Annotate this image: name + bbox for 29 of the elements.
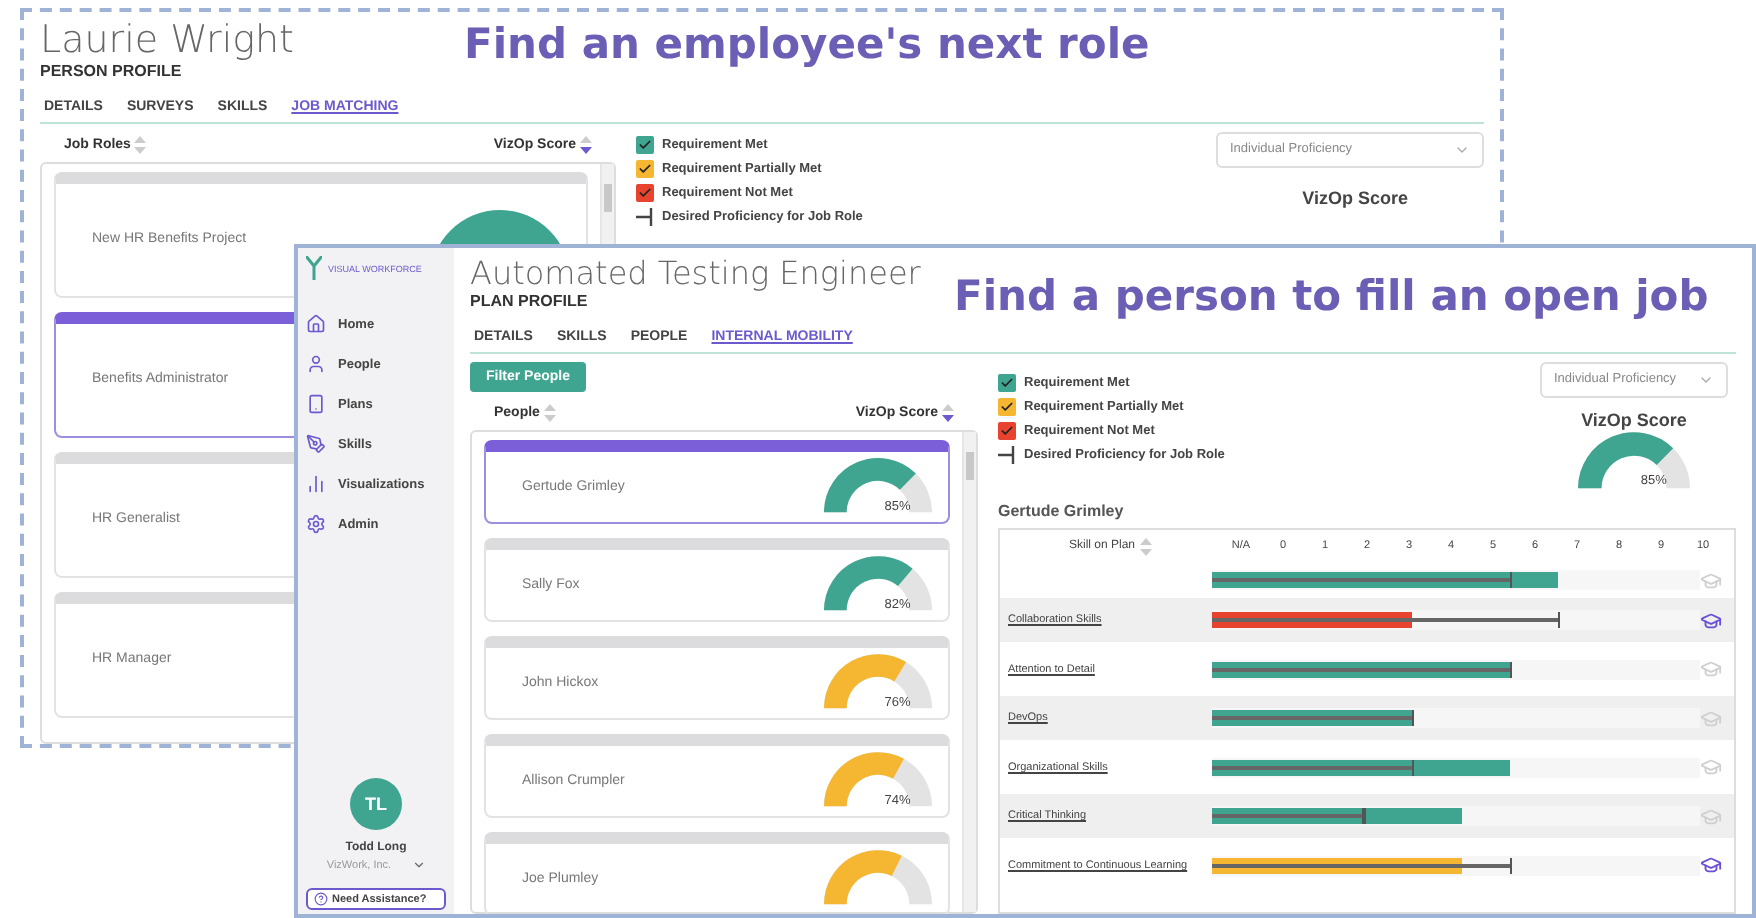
- score-title: VizOp Score: [1581, 409, 1687, 430]
- sort-icon[interactable]: [942, 403, 954, 422]
- caption: Find an employee's next role: [464, 20, 1150, 68]
- chevron-icon: [411, 858, 426, 872]
- caption: Find a person to fill an open job: [954, 272, 1709, 320]
- scrollbar[interactable]: [962, 431, 976, 912]
- gauge-drawing: [824, 456, 932, 516]
- marker-icon: [998, 445, 1016, 464]
- help-icon: [314, 892, 328, 906]
- page-subtitle: PERSON PROFILE: [40, 61, 182, 80]
- sort-icon[interactable]: [580, 135, 592, 154]
- marker-icon: [636, 207, 654, 226]
- bar-chart-icon: [306, 474, 326, 494]
- person-heading: Gertude Grimley: [998, 502, 1124, 521]
- gauge-drawing: [824, 554, 932, 614]
- graduation-cap-icon[interactable]: [1700, 609, 1722, 632]
- graduation-cap-icon[interactable]: [1700, 854, 1722, 877]
- gauge-drawing: [824, 750, 932, 810]
- phone-icon: [306, 394, 326, 414]
- gauge-drawing: [824, 848, 932, 908]
- score-title: VizOp Score: [1302, 187, 1408, 208]
- person-name-title: Laurie Wright: [40, 20, 295, 62]
- settings-icon: [306, 514, 326, 534]
- person-icon: [306, 354, 326, 374]
- pen-icon: [306, 434, 326, 454]
- logo-icon: [306, 256, 322, 280]
- gauge-drawing: [824, 652, 932, 712]
- home-icon: [306, 314, 326, 334]
- gauge-drawing: [1578, 429, 1690, 491]
